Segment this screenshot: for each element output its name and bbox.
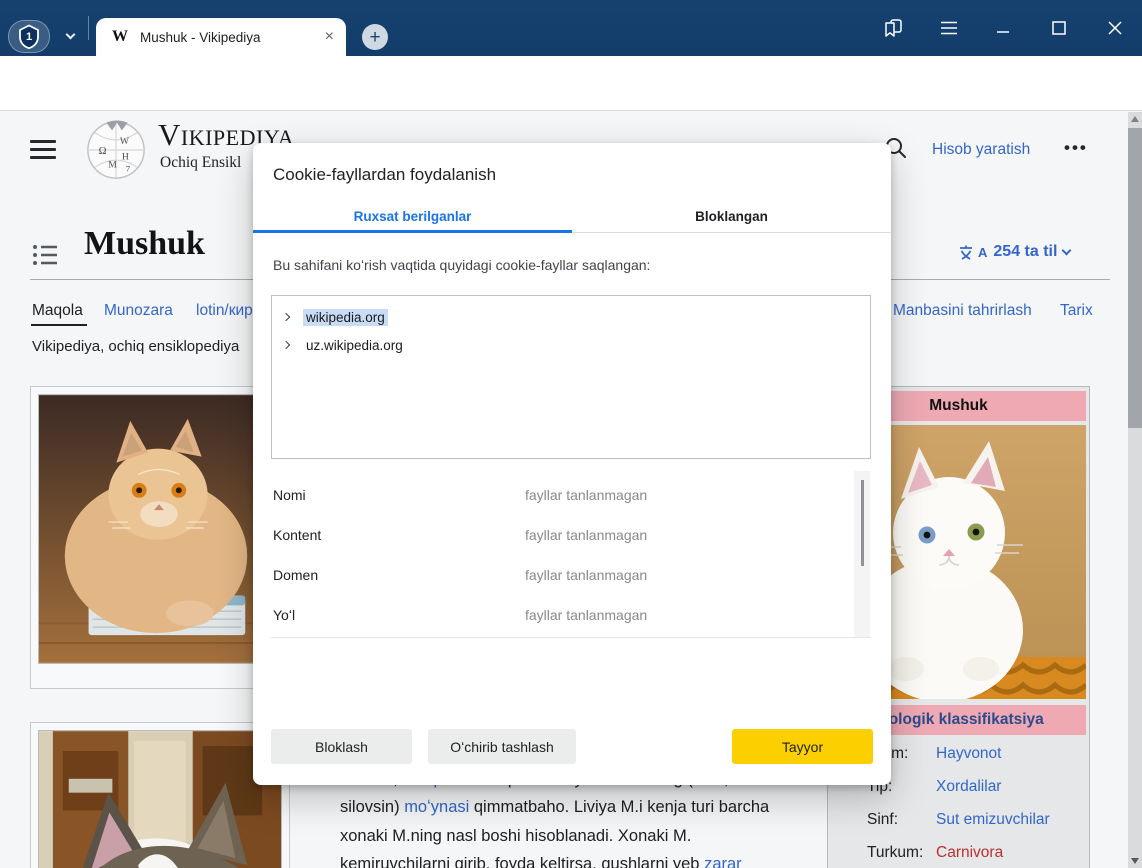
dialog-tabs: Ruxsat berilganlar Bloklangan: [253, 199, 891, 233]
tab-allowed[interactable]: Ruxsat berilganlar: [253, 199, 572, 233]
page-scrollbar[interactable]: [1128, 112, 1142, 868]
field-label: Nomi: [273, 487, 306, 503]
browser-titlebar: 1 W Mushuk - Vikipediya × +: [0, 0, 1142, 56]
scroll-up-arrow[interactable]: [1131, 116, 1139, 122]
tab-maqola[interactable]: Maqola: [32, 302, 83, 320]
tab-script-converter[interactable]: lotin/кир: [196, 302, 253, 320]
wikipedia-tagline: Ochiq Ensikl: [160, 154, 241, 172]
taxobox-row: Sinf: Sut emizuvchilar: [828, 811, 1091, 833]
tab-group-chevron-icon[interactable]: [58, 22, 82, 50]
taxo-value-link[interactable]: Sut emizuvchilar: [936, 811, 1050, 829]
contents-list-icon[interactable]: [32, 243, 58, 267]
history-link[interactable]: Tarix: [1060, 302, 1093, 320]
cookie-site-row[interactable]: uz.wikipedia.org: [272, 331, 870, 359]
dialog-description: Bu sahifani koʻrish vaqtida quyidagi coo…: [273, 257, 650, 273]
expand-chevron-icon[interactable]: [282, 313, 290, 321]
taxo-label: Sinf:: [867, 811, 898, 829]
field-label: Domen: [273, 567, 318, 583]
window-minimize-button[interactable]: [991, 16, 1015, 40]
cookie-site-name[interactable]: wikipedia.org: [303, 309, 388, 326]
language-icon: [958, 244, 974, 261]
done-button[interactable]: Tayyor: [732, 729, 873, 764]
svg-text:Ω: Ω: [99, 146, 107, 157]
tab-munozara[interactable]: Munozara: [104, 302, 173, 320]
zarar-link[interactable]: zarar: [704, 855, 742, 868]
taxo-value-link[interactable]: Xordalilar: [936, 778, 1001, 796]
article-thumbnail-frame: [30, 722, 290, 868]
edit-source-link[interactable]: Manbasini tahrirlash: [893, 302, 1032, 320]
language-icon-letter: A: [978, 245, 987, 260]
field-value: fayllar tanlanmagan: [525, 607, 647, 623]
dialog-divider: [271, 637, 871, 638]
new-tab-button[interactable]: +: [362, 24, 388, 50]
cat-photo-tabby[interactable]: [38, 730, 282, 868]
browser-toolbar: Я uz.wikipedia.org Mushuk - Vikipediya A…: [0, 56, 1142, 111]
scroll-down-arrow[interactable]: [1131, 858, 1139, 864]
tab-title: Mushuk - Vikipediya: [140, 30, 317, 45]
svg-text:W: W: [120, 136, 130, 147]
body-line: kemiruvchilarni qirib, foyda keltirsa, q…: [340, 855, 742, 868]
language-count: 254 ta til: [993, 243, 1057, 261]
article-subtitle: Vikipediya, ochiq ensiklopediya: [32, 338, 239, 355]
field-label: Kontent: [273, 527, 321, 543]
cookie-site-row[interactable]: wikipedia.org: [272, 303, 870, 331]
svg-text:7: 7: [126, 163, 131, 173]
tab-panels-icon[interactable]: [881, 16, 905, 40]
create-account-link[interactable]: Hisob yaratish: [932, 141, 1030, 159]
dialog-scrollbar[interactable]: [854, 471, 870, 637]
cat-photo-ginger[interactable]: [38, 394, 276, 664]
wikipedia-logo[interactable]: Ω W H M 7: [85, 118, 147, 182]
more-options-icon[interactable]: •••: [1064, 138, 1088, 158]
scrollbar-thumb[interactable]: [1128, 128, 1142, 428]
language-chevron-icon: [1062, 245, 1072, 255]
field-value: fayllar tanlanmagan: [525, 487, 647, 503]
language-selector[interactable]: A 254 ta til: [958, 243, 1070, 261]
svg-text:H: H: [122, 152, 129, 163]
tab-favicon: W: [112, 28, 128, 46]
tab-group-chip[interactable]: 1: [8, 20, 50, 53]
cookie-site-list: wikipedia.org uz.wikipedia.org: [271, 295, 871, 459]
cookie-field-row: Domen fayllar tanlanmagan: [253, 567, 853, 587]
body-line: silovsin) moʻynasi qimmatbaho. Liviya M.…: [340, 798, 769, 817]
moynasi-link[interactable]: moʻynasi: [404, 798, 469, 816]
tab-group-count: 1: [9, 21, 49, 52]
dialog-scrollbar-thumb[interactable]: [861, 480, 864, 566]
taxo-label: Turkum:: [867, 844, 923, 862]
dialog-title: Cookie-fayllardan foydalanish: [273, 165, 496, 185]
browser-menu-icon[interactable]: [937, 16, 961, 40]
taxo-value-redlink[interactable]: Carnivora: [936, 844, 1003, 862]
active-tab-underline: [31, 324, 87, 326]
cookie-site-name[interactable]: uz.wikipedia.org: [303, 337, 406, 354]
block-button[interactable]: Bloklash: [271, 729, 412, 764]
main-menu-icon[interactable]: [30, 140, 56, 160]
active-dialog-tab-underline: [253, 230, 572, 233]
browser-tab[interactable]: W Mushuk - Vikipediya ×: [96, 18, 346, 56]
tab-close-icon[interactable]: ×: [325, 29, 334, 45]
body-line: xonaki M.ning nasl boshi hisoblanadi. Xo…: [340, 827, 691, 846]
article-thumbnail-frame: [30, 386, 284, 689]
window-maximize-button[interactable]: [1047, 16, 1071, 40]
window-close-button[interactable]: [1103, 16, 1127, 40]
field-label: Yoʻl: [273, 607, 295, 623]
cookie-dialog: Cookie-fayllardan foydalanish Ruxsat ber…: [253, 143, 891, 785]
cookie-field-row: Yoʻl fayllar tanlanmagan: [253, 607, 853, 627]
browser-window: 1 W Mushuk - Vikipediya × + Я: [0, 0, 1142, 868]
delete-button[interactable]: Oʻchirib tashlash: [428, 729, 576, 764]
cookie-field-row: Kontent fayllar tanlanmagan: [253, 527, 853, 547]
field-value: fayllar tanlanmagan: [525, 567, 647, 583]
expand-chevron-icon[interactable]: [282, 341, 290, 349]
article-title: Mushuk: [84, 225, 205, 263]
field-value: fayllar tanlanmagan: [525, 527, 647, 543]
svg-text:M: M: [108, 159, 117, 170]
taxo-value-link[interactable]: Hayvonot: [936, 745, 1001, 763]
tab-blocked[interactable]: Bloklangan: [572, 199, 891, 233]
taxobox-row: Turkum: Carnivora: [828, 844, 1091, 866]
cookie-field-row: Nomi fayllar tanlanmagan: [253, 487, 853, 507]
titlebar-divider: [88, 16, 89, 40]
